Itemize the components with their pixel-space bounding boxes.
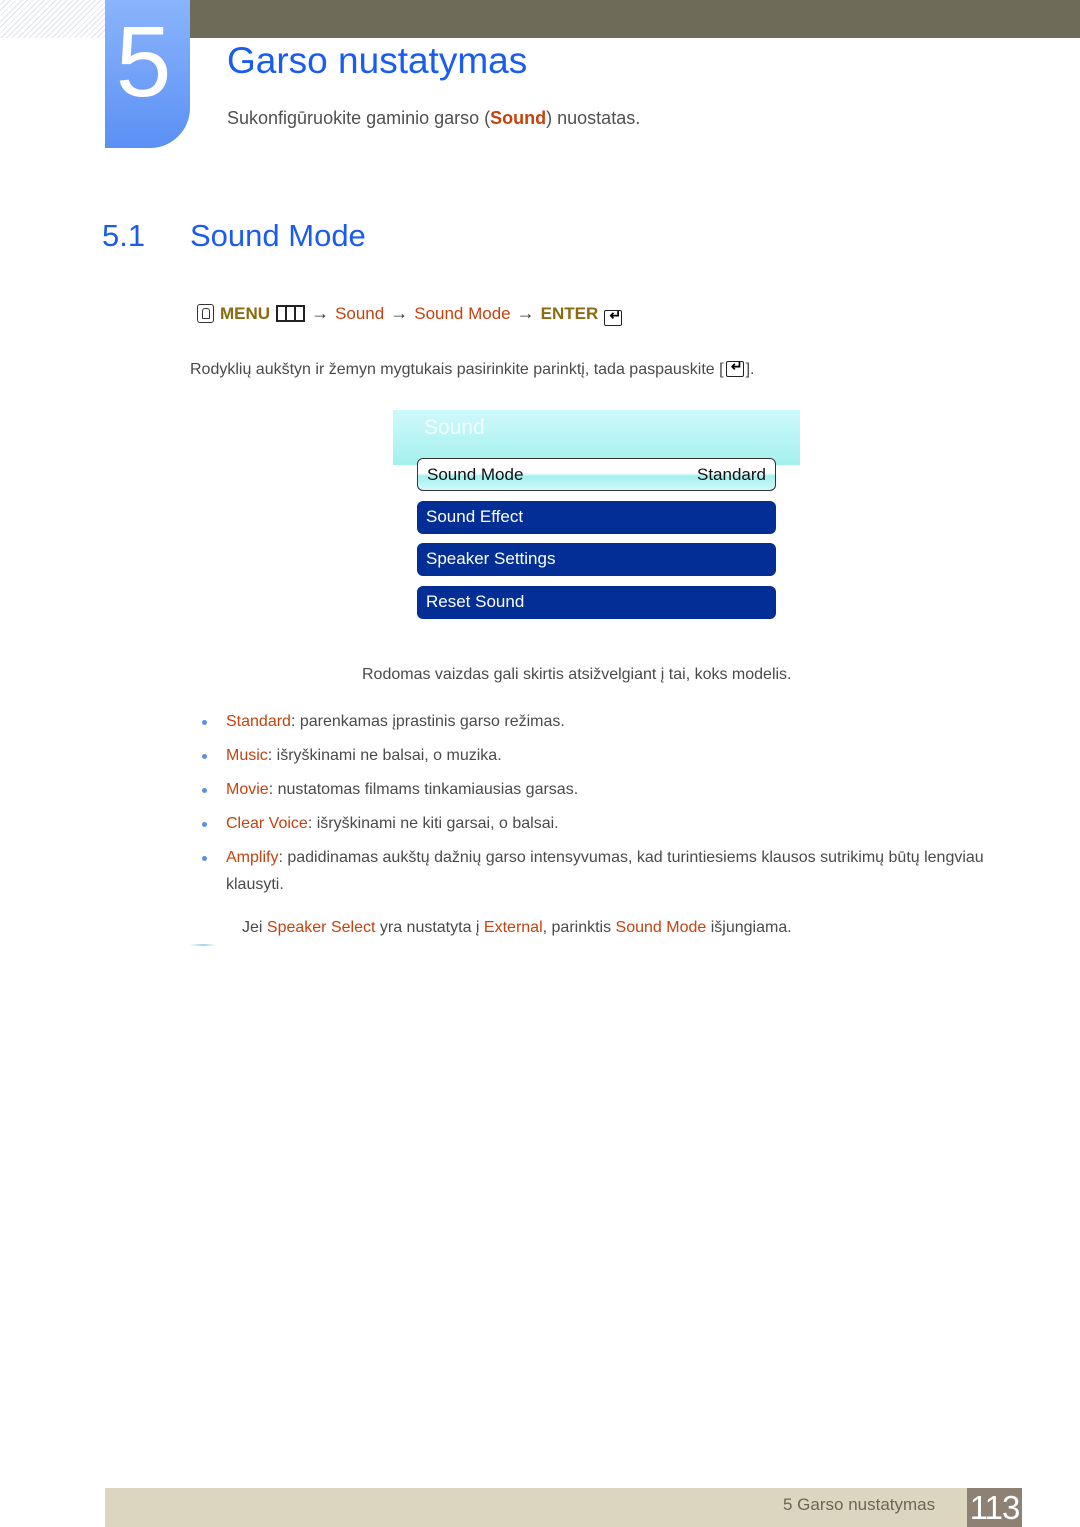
chapter-subtitle: Sukonfigūruokite gaminio garso (Sound) n…: [227, 108, 640, 129]
section-number: 5.1: [102, 218, 146, 253]
osd-item-value: Standard: [697, 465, 766, 484]
option-term: Standard: [226, 713, 291, 730]
osd-item-speaker-settings[interactable]: Speaker Settings: [417, 543, 776, 576]
note-text: išjungiama.: [706, 919, 792, 936]
note-accent: External: [483, 919, 543, 936]
enter-icon: [725, 358, 744, 377]
option-list: Standard: parenkamas įprastinis garso re…: [200, 708, 1000, 905]
subtitle-text-end: ) nuostatas.: [546, 108, 641, 128]
instruction-close: ].: [745, 361, 755, 378]
osd-item-label: Sound Effect: [426, 507, 524, 526]
model-note: Rodomas vaizdas gali skirtis atsižvelgia…: [362, 666, 792, 683]
note-icon: [190, 944, 216, 946]
section-title: Sound Mode: [190, 218, 366, 253]
remote-hand-icon: [197, 304, 214, 323]
note-accent: Speaker Select: [266, 919, 376, 936]
option-term: Amplify: [226, 849, 279, 866]
osd-item-reset-sound[interactable]: Reset Sound: [417, 586, 776, 619]
page-number: 113: [967, 1488, 1022, 1527]
option-desc: : nustatomas filmams tinkamiausias garsa…: [268, 781, 579, 798]
option-desc: : padidinamas aukštų dažnių garso intens…: [226, 849, 984, 893]
option-term: Clear Voice: [226, 815, 308, 832]
note-text: yra nustatyta į: [375, 919, 484, 936]
note-text: Jei: [242, 919, 267, 936]
footer-chapter: 5 Garso nustatymas: [783, 1495, 936, 1514]
osd-item-label: Speaker Settings: [426, 549, 556, 568]
option-desc: : išryškinami ne kiti garsai, o balsai.: [307, 815, 559, 832]
option-desc: : parenkamas įprastinis garso režimas.: [290, 713, 565, 730]
osd-item-sound-effect[interactable]: Sound Effect: [417, 501, 776, 534]
menu-path: MENU → Sound → Sound Mode → ENTER: [197, 303, 623, 326]
list-item: Movie: nustatomas filmams tinkamiausias …: [200, 776, 1000, 803]
decorative-hatch: [0, 0, 105, 38]
enter-label: ENTER: [540, 303, 599, 323]
enter-icon: [604, 307, 623, 326]
option-term: Music: [226, 747, 268, 764]
osd-item-label: Sound Mode: [427, 465, 524, 484]
list-item: Amplify: padidinamas aukštų dažnių garso…: [200, 844, 1000, 898]
note-text: , parinktis: [542, 919, 616, 936]
option-term: Movie: [226, 781, 269, 798]
chapter-number: 5: [115, 6, 172, 118]
option-desc: : išryškinami ne balsai, o muzika.: [267, 747, 502, 764]
list-item: Clear Voice: išryškinami ne kiti garsai,…: [200, 810, 1000, 837]
speaker-note: Jei Speaker Select yra nustatyta į Exter…: [242, 919, 792, 937]
list-item: Music: išryškinami ne balsai, o muzika.: [200, 742, 1000, 769]
path-step-sound-mode: Sound Mode: [414, 303, 511, 323]
menu-icon: [276, 305, 306, 322]
path-arrow: →: [516, 303, 535, 323]
osd-item-label: Reset Sound: [426, 592, 525, 611]
instruction-text: Rodyklių aukštyn ir žemyn mygtukais pasi…: [190, 361, 724, 378]
path-arrow: →: [390, 303, 409, 323]
chapter-title: Garso nustatymas: [227, 40, 528, 81]
list-item: Standard: parenkamas įprastinis garso re…: [200, 708, 1000, 735]
path-step-sound: Sound: [335, 303, 385, 323]
osd-item-sound-mode[interactable]: Sound Mode Standard: [417, 458, 776, 491]
subtitle-text: Sukonfigūruokite gaminio garso (: [227, 108, 491, 128]
menu-label: MENU: [220, 303, 271, 323]
instruction: Rodyklių aukštyn ir žemyn mygtukais pasi…: [190, 358, 754, 379]
osd-title: Sound: [424, 416, 485, 439]
chapter-top-bar: [190, 0, 1080, 38]
subtitle-accent: Sound: [490, 108, 547, 128]
note-accent: Sound Mode: [615, 919, 707, 936]
path-arrow: →: [311, 303, 330, 323]
